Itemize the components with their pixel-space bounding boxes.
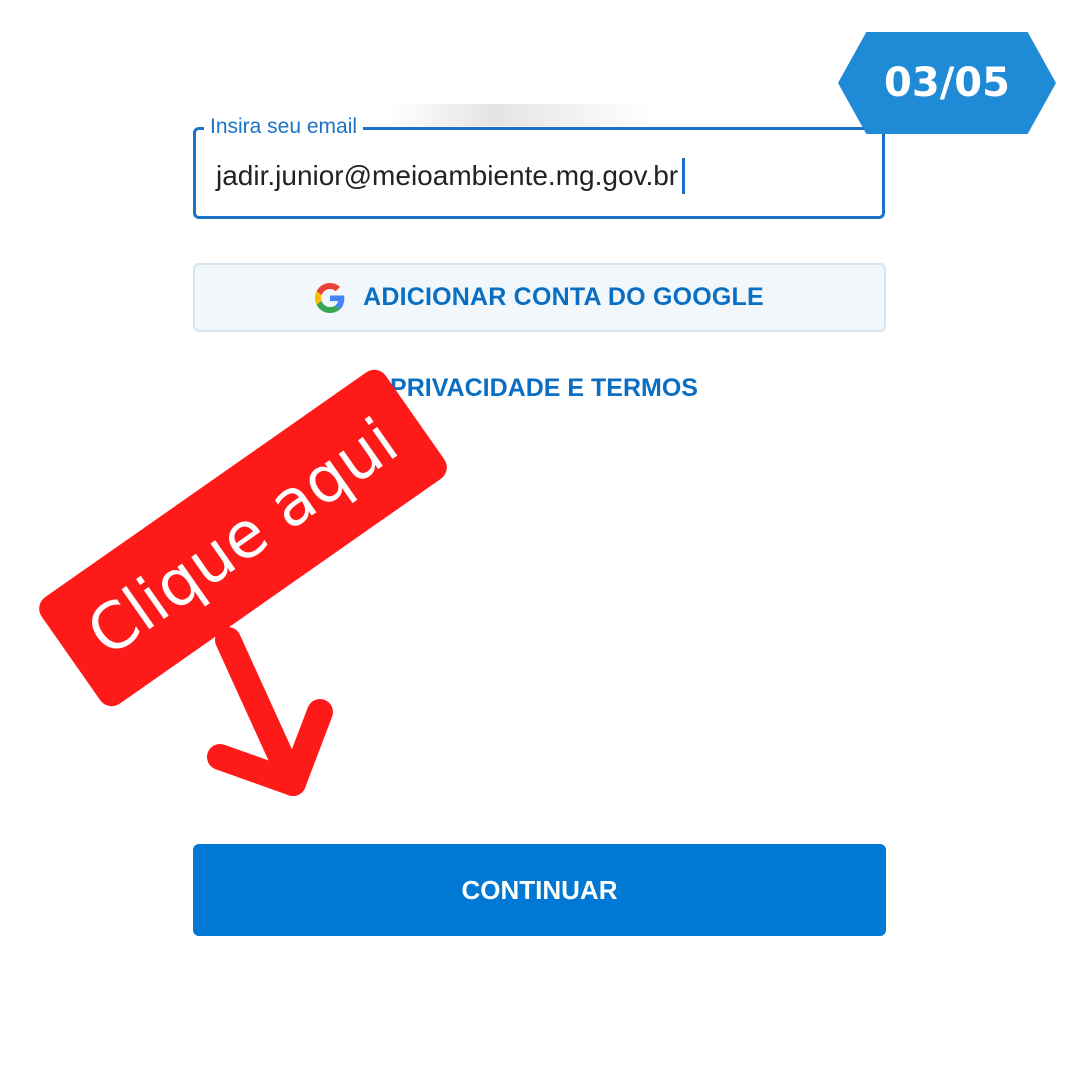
arrow-down-icon <box>207 627 333 796</box>
